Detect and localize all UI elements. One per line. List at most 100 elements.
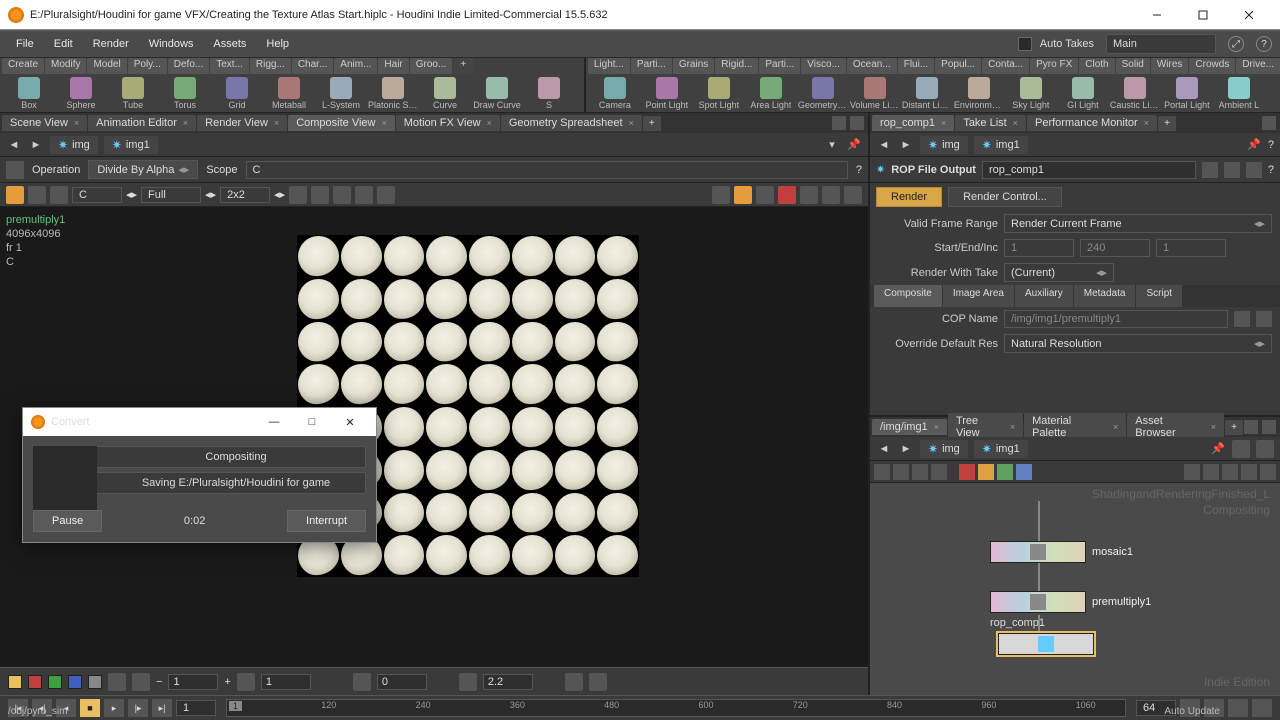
shelf-tab[interactable]: Grains [673,58,714,74]
shelf-tab[interactable]: Ocean... [847,58,897,74]
jump-to-icon[interactable] [1234,311,1250,327]
adapt-icon[interactable] [108,673,126,691]
shelf-tab[interactable]: Wires [1151,58,1189,74]
swatch-blue[interactable] [68,675,82,689]
nav-back-icon[interactable]: ◄ [876,137,892,153]
nav-forward-icon[interactable]: ► [898,441,914,457]
nav-back-icon[interactable]: ◄ [876,441,892,457]
shelf-tab[interactable]: Drive... [1236,58,1280,74]
record-icon[interactable] [778,186,796,204]
pane-tab[interactable]: /img/img1× [872,419,947,435]
take-dropdown[interactable]: Main [1106,34,1216,54]
frame-field[interactable]: 1 [168,674,218,690]
view-field[interactable]: Full [141,187,201,203]
render-control-button[interactable]: Render Control... [948,187,1062,207]
dialog-titlebar[interactable]: Convert — □ ✕ [23,408,376,436]
pin-icon[interactable]: 📌 [1246,137,1262,153]
pane-menu-icon[interactable] [1244,420,1258,434]
shelf-tab[interactable]: Crowds [1189,58,1235,74]
operation-dropdown[interactable]: Divide By Alpha◂▸ [88,160,198,179]
zoom-in-icon[interactable] [289,186,307,204]
timeline-cursor[interactable]: 1 [229,701,242,711]
next-key-button[interactable]: |▸ [128,699,148,717]
last-frame-button[interactable]: ▸| [152,699,172,717]
help-icon[interactable]: ? [1268,164,1274,176]
path-seg-root[interactable]: ✷img [920,136,968,154]
options-icon[interactable] [1256,440,1274,458]
layout-1-icon[interactable] [712,186,730,204]
menu-windows[interactable]: Windows [141,34,202,54]
auto-takes-checkbox[interactable] [1018,37,1032,51]
shelf-tool[interactable]: Caustic Light [1110,77,1160,110]
split-icon[interactable] [844,186,862,204]
network-view[interactable]: ShadingandRenderingFinished_L Compositin… [870,483,1280,695]
shelf-tab[interactable]: Hair [378,58,408,74]
nv-search-icon[interactable] [1260,464,1276,480]
view-arrows[interactable]: ◂▸ [205,188,216,201]
aspect-field[interactable]: 0 [377,674,427,690]
shelf-tab[interactable]: Char... [292,58,333,74]
display-alpha-icon[interactable] [50,186,68,204]
shelf-tab[interactable]: Popul... [935,58,981,74]
pin-icon[interactable]: 📌 [1210,441,1226,457]
pane-opts-icon[interactable] [1262,420,1276,434]
add-tab-button[interactable]: + [1225,420,1243,435]
path-seg-root[interactable]: ✷img [920,440,968,458]
pane-tab[interactable]: Take List× [955,115,1026,131]
path-seg-child[interactable]: ✷img1 [104,136,158,154]
shelf-tab[interactable]: Anim... [334,58,377,74]
display-toggle-icon[interactable] [6,186,24,204]
node-premultiply1[interactable]: premultiply1 [990,591,1151,613]
shelf-tool[interactable]: Camera [590,77,640,110]
param-subtab[interactable]: Auxiliary [1015,285,1073,307]
shelf-tool[interactable]: Environmen... [954,77,1004,110]
menu-edit[interactable]: Edit [46,34,81,54]
node-name-field[interactable]: rop_comp1 [982,161,1196,179]
shelf-tool[interactable]: Sphere [56,77,106,110]
swatch-green[interactable] [48,675,62,689]
add-tab-button[interactable]: + [1158,116,1176,131]
shelf-tool[interactable]: Area Light [746,77,796,110]
timeline[interactable]: 1 1202403604806007208409601060 [226,699,1126,717]
shelf-tab[interactable]: Defo... [168,58,209,74]
gamma-field[interactable]: 2.2 [483,674,533,690]
key-icon[interactable] [1252,699,1272,717]
fit-icon[interactable] [355,186,373,204]
shelf-tab[interactable]: Parti... [759,58,800,74]
nav-dropdown-icon[interactable]: ▾ [824,137,840,153]
tile-view-icon[interactable] [931,464,947,480]
gamma-icon[interactable] [459,673,477,691]
exposure-field[interactable]: 1 [261,674,311,690]
pane-split-icon[interactable] [850,116,864,130]
pane-tab[interactable]: Scene View× [2,115,87,131]
valid-frame-range-dropdown[interactable]: Render Current Frame◂▸ [1004,214,1272,233]
grid-field[interactable]: 2x2 [220,187,270,203]
pane-tab[interactable]: Animation Editor× [88,115,196,131]
pane-tab[interactable]: Geometry Spreadsheet× [501,115,642,131]
pane-tab[interactable]: Motion FX View× [396,115,500,131]
shelf-tool[interactable]: Box [4,77,54,110]
menu-assets[interactable]: Assets [205,34,254,54]
shelf-tool[interactable]: Sky Light [1006,77,1056,110]
dialog-maximize-button[interactable]: □ [294,416,330,428]
shelf-tab[interactable]: Rigid... [715,58,758,74]
shelf-tool[interactable]: Metaball [264,77,314,110]
shelf-add-button[interactable]: + [453,58,473,74]
layout-3-icon[interactable] [756,186,774,204]
shelf-tab[interactable]: Flui... [898,58,934,74]
shelf-tab[interactable]: Modify [45,58,86,74]
pause-button[interactable]: Pause [33,510,102,532]
close-tab-icon[interactable]: × [629,118,634,128]
help-icon[interactable]: ? [1256,36,1272,52]
interrupt-button[interactable]: Interrupt [287,510,366,532]
shelf-tool[interactable]: Tube [108,77,158,110]
display-mode-icon[interactable] [28,186,46,204]
grid-view-icon[interactable] [912,464,928,480]
flag-blue-icon[interactable] [1016,464,1032,480]
close-tab-icon[interactable]: × [183,118,188,128]
shelf-tool[interactable]: L-System [316,77,366,110]
swatch-yellow[interactable] [8,675,22,689]
minimize-button[interactable] [1134,1,1180,29]
shelf-tab[interactable]: Model [87,58,126,74]
shelf-tab[interactable]: Cloth [1079,58,1114,74]
